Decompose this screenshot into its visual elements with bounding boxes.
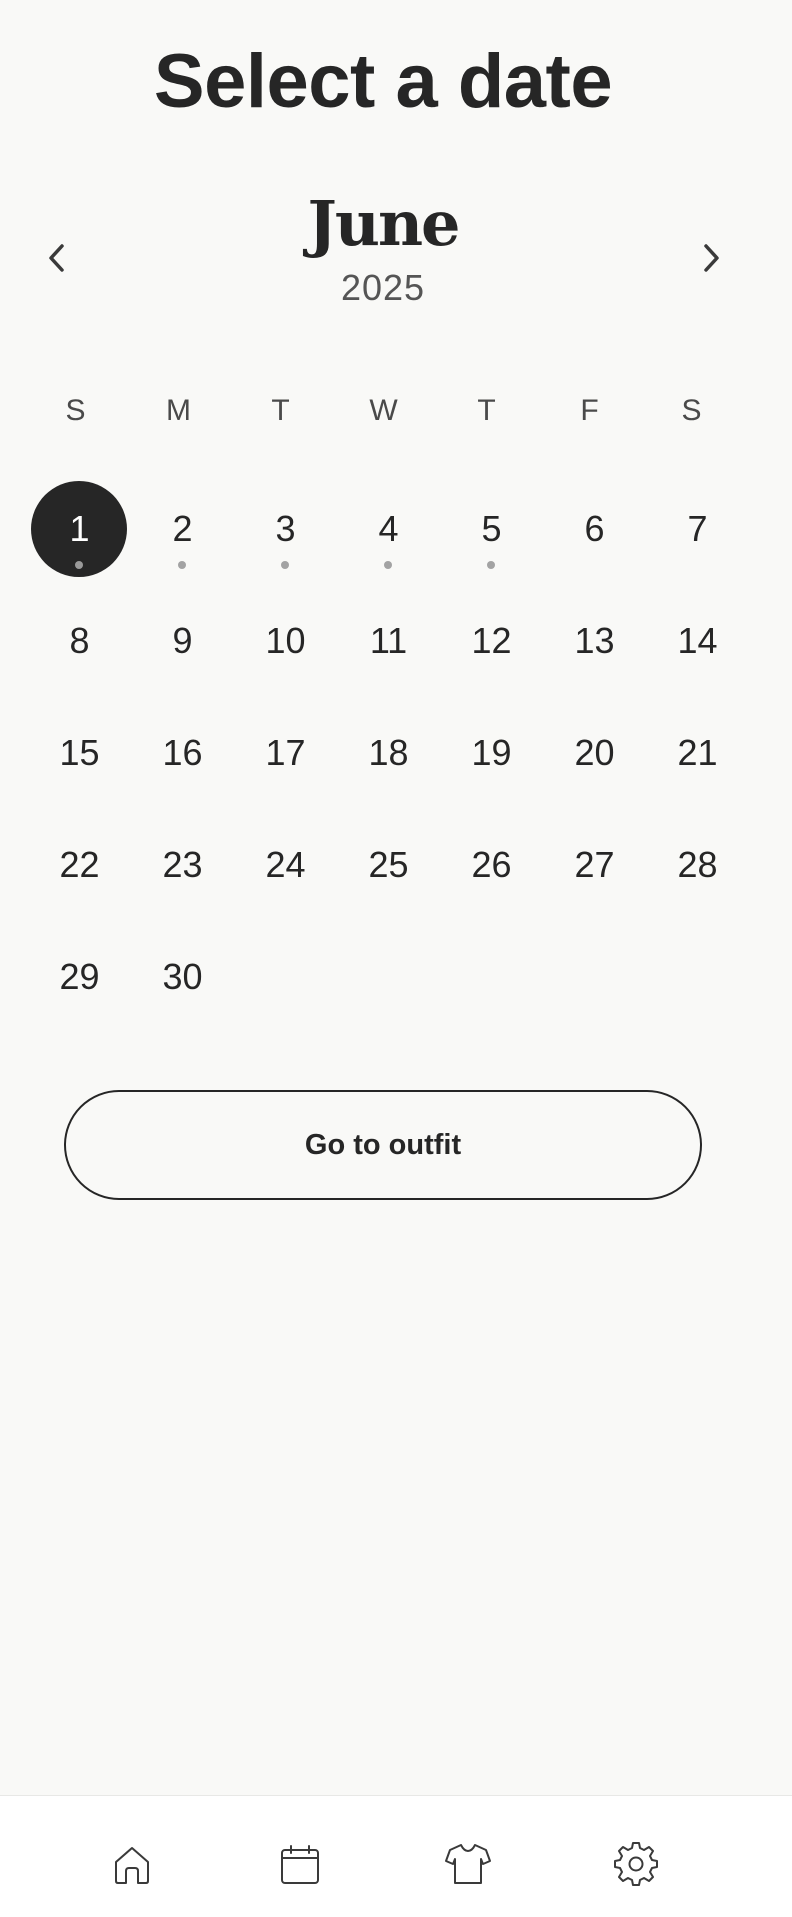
day-number: 17 (265, 732, 306, 773)
day-number: 6 (584, 508, 605, 549)
calendar-day[interactable]: 24 (234, 817, 337, 913)
weekday-label: S (65, 394, 86, 427)
go-to-outfit-button[interactable]: Go to outfit (64, 1090, 702, 1200)
event-dot-indicator (384, 561, 392, 569)
day-number: 9 (172, 620, 193, 661)
day-number: 19 (471, 732, 512, 773)
calendar-day[interactable]: 12 (440, 593, 543, 689)
event-dot-indicator (178, 561, 186, 569)
day-number: 15 (59, 732, 100, 773)
day-number: 1 (69, 508, 90, 549)
calendar-day[interactable]: 6 (543, 481, 646, 577)
calendar-day[interactable]: 16 (131, 705, 234, 801)
tab-wardrobe[interactable] (438, 1834, 498, 1894)
calendar-day[interactable]: 13 (543, 593, 646, 689)
day-number: 5 (481, 508, 502, 549)
event-dot-indicator (281, 561, 289, 569)
calendar-day[interactable]: 14 (646, 593, 749, 689)
day-number: 4 (378, 508, 399, 549)
calendar-day[interactable]: 29 (28, 929, 131, 1025)
home-icon (115, 1847, 149, 1884)
weekday-label: F (580, 394, 599, 427)
calendar-day[interactable]: 10 (234, 593, 337, 689)
calendar-day[interactable]: 7 (646, 481, 749, 577)
calendar-day[interactable]: 11 (337, 593, 440, 689)
calendar-day[interactable]: 17 (234, 705, 337, 801)
day-number: 3 (275, 508, 296, 549)
calendar-day[interactable]: 2 (131, 481, 234, 577)
day-number: 28 (677, 844, 718, 885)
day-number: 16 (162, 732, 203, 773)
day-number: 11 (369, 620, 408, 661)
day-number: 14 (677, 620, 718, 661)
calendar-day[interactable]: 15 (28, 705, 131, 801)
gear-icon (614, 1842, 658, 1886)
weekday-label: T (477, 394, 496, 427)
calendar-day[interactable]: 8 (28, 593, 131, 689)
weekday-header: S M T W T F S (0, 386, 792, 436)
calendar-day[interactable]: 26 (440, 817, 543, 913)
day-number: 20 (574, 732, 615, 773)
day-number: 10 (265, 620, 306, 661)
month-name: June (307, 187, 461, 260)
page-title: Select a date (153, 39, 613, 124)
calendar-day[interactable]: 30 (131, 929, 234, 1025)
year-label: 2025 (340, 267, 426, 308)
calendar-day[interactable]: 25 (337, 817, 440, 913)
tab-home[interactable] (102, 1834, 162, 1894)
calendar-day[interactable]: 27 (543, 817, 646, 913)
day-number: 29 (59, 956, 100, 997)
chevron-right-icon (704, 244, 719, 272)
weekday-label: W (369, 394, 398, 427)
day-number: 18 (368, 732, 409, 773)
event-dot-indicator (487, 561, 495, 569)
tab-calendar[interactable] (270, 1834, 330, 1894)
day-number: 26 (471, 844, 512, 885)
day-number: 30 (162, 956, 203, 997)
weekday-label: M (166, 394, 191, 427)
day-number: 12 (471, 620, 512, 661)
calendar-day[interactable]: 22 (28, 817, 131, 913)
day-number: 7 (687, 508, 708, 549)
day-number: 25 (368, 844, 409, 885)
calendar-day[interactable]: 4 (337, 481, 440, 577)
calendar-day[interactable]: 23 (131, 817, 234, 913)
day-number: 13 (574, 620, 615, 661)
calendar-day[interactable]: 28 (646, 817, 749, 913)
day-number: 2 (172, 508, 193, 549)
weekday-label: T (271, 394, 290, 427)
calendar-day[interactable]: 3 (234, 481, 337, 577)
day-number: 23 (162, 844, 203, 885)
calendar-day[interactable]: 19 (440, 705, 543, 801)
weekday-label: S (681, 394, 702, 427)
calendar-day[interactable]: 1 (28, 481, 131, 577)
event-dot-indicator (75, 561, 83, 569)
calendar-day[interactable]: 20 (543, 705, 646, 801)
day-number: 24 (265, 844, 306, 885)
calendar-day[interactable]: 18 (337, 705, 440, 801)
day-number: 21 (677, 732, 718, 773)
next-month-button[interactable] (684, 230, 740, 286)
tab-settings[interactable] (606, 1834, 666, 1894)
month-header: June 2025 (0, 180, 766, 330)
calendar-day[interactable]: 9 (131, 593, 234, 689)
day-number: 22 (59, 844, 100, 885)
calendar-day[interactable]: 21 (646, 705, 749, 801)
shirt-icon (445, 1844, 491, 1884)
bottom-tab-bar (0, 1795, 792, 1917)
calendar-day[interactable]: 5 (440, 481, 543, 577)
day-number: 8 (69, 620, 90, 661)
calendar-icon (281, 1845, 319, 1884)
day-number: 27 (574, 844, 615, 885)
